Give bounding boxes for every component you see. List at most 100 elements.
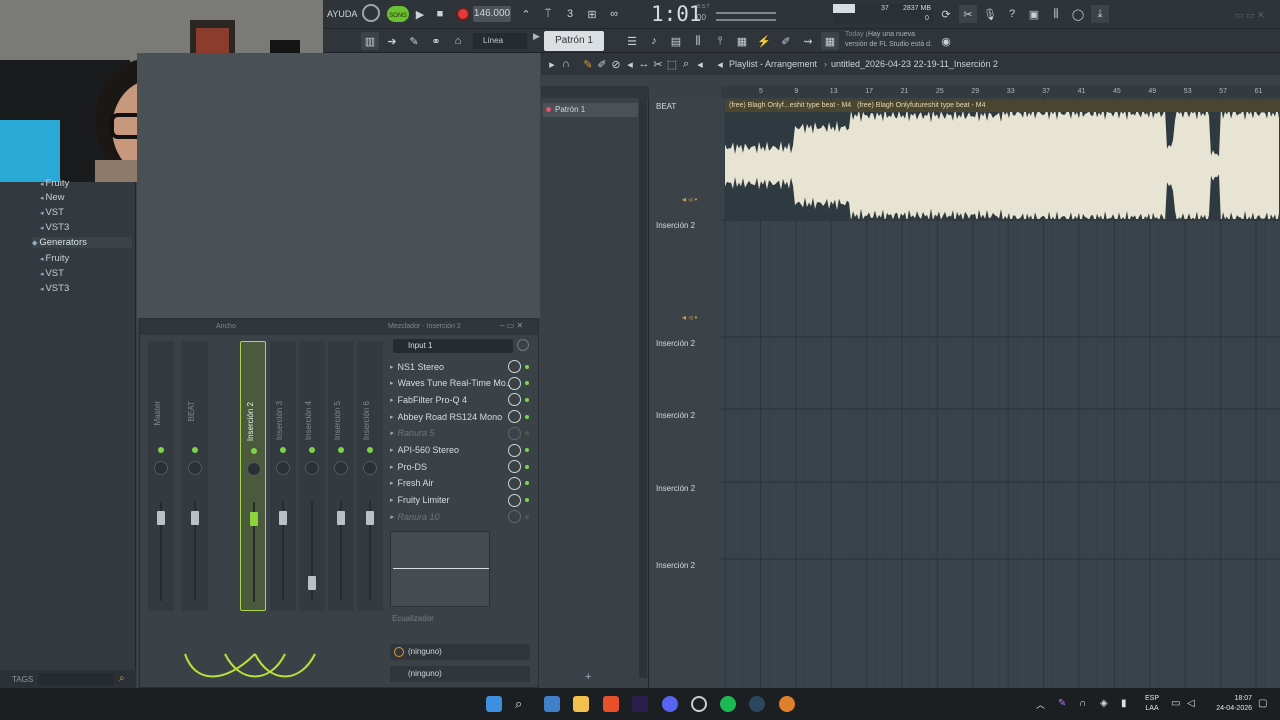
magnet-icon[interactable]: ∩: [557, 55, 575, 73]
mixer-strip[interactable]: Inserción 6: [357, 341, 383, 611]
record-button[interactable]: [456, 7, 470, 21]
clock[interactable]: 18:07 24-04-2026: [1208, 694, 1252, 714]
steam-icon[interactable]: [749, 696, 765, 712]
effect-slot[interactable]: ▸ Abbey Road RS124 Mono: [390, 409, 530, 424]
tray-app-icon[interactable]: ✎: [1058, 698, 1066, 709]
input-gear-icon[interactable]: [517, 339, 529, 351]
track-name[interactable]: BEAT: [656, 102, 676, 111]
effect-slot[interactable]: ▸ Ranura 10: [390, 509, 530, 524]
pan-knob[interactable]: [334, 461, 348, 475]
mic-icon[interactable]: 🎙: [981, 5, 999, 23]
slot-mix-knob[interactable]: [508, 443, 521, 457]
browser-item[interactable]: ◂ VST3: [40, 222, 69, 233]
countdown-icon[interactable]: 3: [561, 5, 579, 23]
slot-expand-icon[interactable]: ▸: [390, 379, 394, 387]
pan-knob[interactable]: [305, 461, 319, 475]
strip-active-led[interactable]: [280, 447, 286, 453]
explorer-icon[interactable]: [573, 696, 589, 712]
download-icon[interactable]: ⤓: [1091, 5, 1109, 23]
tempo-tap-icon[interactable]: ⇝: [799, 32, 817, 50]
fl-studio-icon[interactable]: [779, 696, 795, 712]
chat-icon[interactable]: ◯: [1069, 5, 1087, 23]
mixer-strip[interactable]: Inserción 5: [328, 341, 354, 611]
language-indicator[interactable]: ESP LAA: [1145, 694, 1159, 714]
strip-active-led[interactable]: [251, 448, 257, 454]
slot-enable-led[interactable]: [525, 464, 529, 469]
slot-enable-led[interactable]: [525, 414, 529, 419]
stamp-icon[interactable]: ⌂: [449, 32, 467, 50]
track-name[interactable]: Inserción 2: [656, 339, 695, 348]
mixer-toggle-icon[interactable]: ⫼: [1047, 5, 1065, 23]
browser-item[interactable]: ◂ VST: [40, 207, 64, 218]
volume-fader[interactable]: [308, 576, 316, 590]
pan-knob[interactable]: [188, 461, 202, 475]
slot-enable-led[interactable]: [525, 431, 529, 436]
input-selector[interactable]: Input 1: [393, 339, 513, 353]
piano-icon[interactable]: ▥: [361, 32, 379, 50]
browser-item[interactable]: ◂ VST: [40, 268, 64, 279]
effect-slot[interactable]: ▸ NS1 Stereo: [390, 359, 530, 374]
save-icon[interactable]: ▣: [1025, 5, 1043, 23]
tray-chevron-icon[interactable]: ︿: [1036, 698, 1045, 711]
send-1-selector[interactable]: (ninguno): [390, 644, 530, 660]
effect-slot[interactable]: ▸ Fresh Air: [390, 476, 530, 491]
track-name[interactable]: Inserción 2: [656, 221, 695, 230]
track-controls[interactable]: ◂ ◃ •: [682, 195, 697, 204]
mixer-strip[interactable]: BEAT: [182, 341, 208, 611]
slot-mix-knob[interactable]: [508, 360, 521, 373]
slot-mix-knob[interactable]: [508, 426, 521, 440]
link-icon[interactable]: ⚭: [427, 32, 445, 50]
slot-enable-led[interactable]: [525, 397, 529, 402]
volume-fader[interactable]: [279, 511, 287, 525]
premiere-icon[interactable]: [632, 696, 648, 712]
browser-item[interactable]: ◂ VST3: [40, 283, 69, 294]
brush-icon[interactable]: ✐: [777, 32, 795, 50]
playlist-icon[interactable]: ☰: [623, 32, 641, 50]
wifi-tray-icon[interactable]: ◈: [1100, 698, 1108, 709]
track-name[interactable]: Inserción 2: [656, 411, 695, 420]
obs-icon[interactable]: [691, 696, 707, 712]
time-display[interactable]: 1:01: [651, 2, 702, 26]
photos-icon[interactable]: [544, 696, 560, 712]
track-name[interactable]: Inserción 2: [656, 484, 695, 493]
timeline-ruler[interactable]: 5 9 13 17 21 25 29 33 37 41 45 49 53 57 61: [721, 86, 1280, 98]
pattern-selector[interactable]: Patrón 1: [544, 31, 604, 51]
collapse-icon[interactable]: ◂: [711, 55, 729, 73]
mixer-strip[interactable]: Inserción 3: [270, 341, 296, 611]
slot-expand-icon[interactable]: ▸: [390, 429, 394, 437]
strip-active-led[interactable]: [192, 447, 198, 453]
mic-tray-icon[interactable]: ▮: [1121, 698, 1127, 709]
mixer-icon[interactable]: ⫼: [689, 32, 707, 50]
audio-clip[interactable]: (free) Blagh Onlyf...eshit type beat - M…: [725, 100, 1280, 225]
playback-tool-icon[interactable]: ◂: [691, 55, 709, 73]
wait-icon[interactable]: ⍡: [539, 5, 557, 23]
slot-mix-knob[interactable]: [508, 376, 521, 390]
effect-slot[interactable]: ▸ Ranura 5: [390, 426, 530, 441]
tempo-display[interactable]: 146.000: [473, 6, 511, 22]
news-close-icon[interactable]: ◉: [937, 32, 955, 50]
slot-expand-icon[interactable]: ▸: [390, 463, 394, 471]
slot-mix-knob[interactable]: [508, 410, 521, 424]
brave-icon[interactable]: [603, 696, 619, 712]
metronome-icon[interactable]: ⌃: [517, 5, 535, 23]
strip-active-led[interactable]: [309, 447, 315, 453]
mixer-strip[interactable]: Master: [148, 341, 174, 611]
window-controls[interactable]: ▭ ▭ ✕: [1235, 10, 1265, 21]
slot-expand-icon[interactable]: ▸: [390, 513, 394, 521]
mixer-strip[interactable]: Inserción 4: [299, 341, 325, 611]
strip-active-led[interactable]: [158, 447, 164, 453]
plug-icon[interactable]: ⚡: [755, 32, 773, 50]
slot-enable-led[interactable]: [525, 514, 529, 519]
snap-selector[interactable]: Línea: [473, 33, 527, 49]
volume-fader[interactable]: [191, 511, 199, 525]
refresh-icon[interactable]: ⟳: [937, 5, 955, 23]
strip-active-led[interactable]: [367, 447, 373, 453]
volume-fader[interactable]: [337, 511, 345, 525]
stop-icon[interactable]: ■: [431, 5, 449, 23]
search-icon[interactable]: ⌕: [119, 673, 125, 684]
slot-enable-led[interactable]: [525, 448, 529, 452]
network-icon[interactable]: ▭: [1171, 698, 1180, 709]
slot-enable-led[interactable]: [525, 364, 529, 369]
notification-icon[interactable]: ▢: [1258, 698, 1267, 709]
effect-slot[interactable]: ▸ Waves Tune Real-Time Mo...: [390, 376, 530, 391]
